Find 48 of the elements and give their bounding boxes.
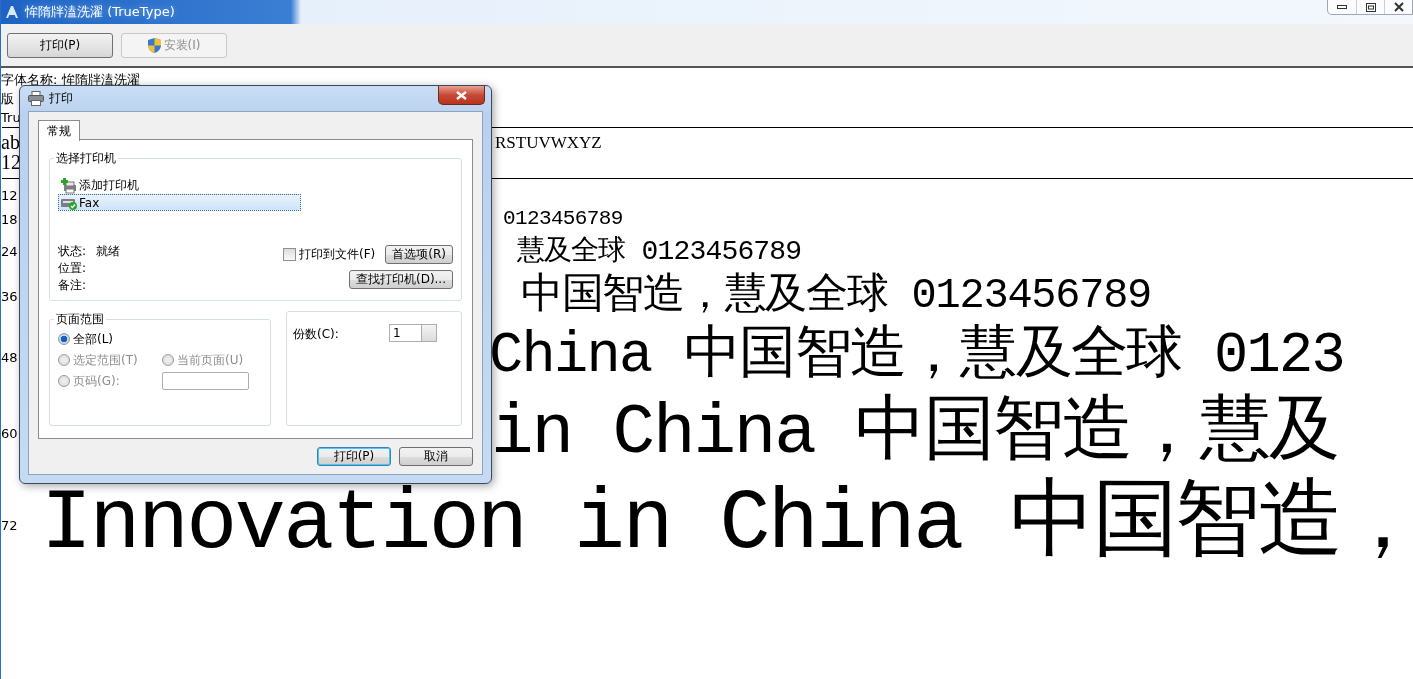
font-info-line: 字体名称: 恈隋牉溘洗濯 bbox=[1, 71, 140, 89]
window-title: 恈隋牉溘洗濯 (TrueType) bbox=[25, 3, 175, 21]
printer-item[interactable]: 添加打印机 bbox=[58, 177, 301, 194]
radio-option[interactable]: 全部(L) bbox=[58, 330, 262, 348]
font-icon bbox=[5, 5, 19, 19]
font-sample-text: in China 中国智造，慧及 bbox=[491, 391, 1338, 475]
close-icon bbox=[456, 90, 467, 100]
dialog-title: 打印 bbox=[49, 90, 73, 107]
size-label: 60 bbox=[1, 425, 19, 441]
shield-icon bbox=[147, 37, 161, 53]
size-label: 12 bbox=[1, 187, 19, 203]
info-label: 位置: bbox=[58, 260, 88, 277]
copies-spinner[interactable]: 1 bbox=[389, 324, 437, 342]
tab[interactable]: 常规 bbox=[38, 120, 80, 141]
font-info-line: 版 bbox=[1, 90, 14, 108]
font-sample-text: Innovation in China 中国智造， bbox=[41, 474, 1413, 575]
info-value: 就绪 bbox=[96, 243, 120, 260]
print-button[interactable]: 打印(P) bbox=[317, 447, 391, 466]
find-printer-button[interactable]: 查找打印机(D)... bbox=[348, 270, 453, 289]
size-label: 48 bbox=[1, 349, 19, 365]
printer-item[interactable]: Fax bbox=[58, 194, 301, 211]
font-sample-text: 慧及全球 0123456789 bbox=[517, 234, 802, 269]
maximize-icon bbox=[1365, 2, 1376, 12]
font-sample-text: 0123456789 bbox=[503, 205, 623, 232]
add-printer-icon bbox=[61, 177, 77, 194]
cancel-button[interactable]: 取消 bbox=[399, 447, 473, 466]
minimize-icon bbox=[1337, 5, 1347, 9]
font-sample-text: 中国智造，慧及全球 0123456789 bbox=[521, 270, 1152, 322]
size-label: 36 bbox=[1, 288, 19, 304]
size-label: 24 bbox=[1, 243, 19, 259]
copies-label: 份数(C): bbox=[293, 326, 340, 343]
printer-icon bbox=[28, 91, 44, 106]
font-sample-text: China 中国智造，慧及全球 0123 bbox=[489, 322, 1345, 391]
group-title: 选择打印机 bbox=[55, 150, 117, 167]
print-button[interactable]: 打印(P) bbox=[7, 32, 113, 58]
preferences-button[interactable]: 首选项(R) bbox=[385, 245, 453, 264]
page-number-field[interactable] bbox=[162, 372, 249, 390]
print-to-file-checkbox[interactable]: 打印到文件(F) bbox=[283, 246, 376, 263]
charset-sample: 12 bbox=[1, 151, 21, 174]
size-label: 72 bbox=[1, 517, 19, 533]
info-label: 备注: bbox=[58, 277, 88, 294]
close-icon bbox=[1393, 2, 1404, 12]
close-button[interactable] bbox=[438, 86, 485, 105]
group-title: 页面范围 bbox=[55, 311, 105, 328]
info-label: 状态: bbox=[58, 243, 88, 260]
charset-sample: ab bbox=[1, 131, 20, 154]
charset-sample: RSTUVWXYZ bbox=[495, 132, 602, 153]
size-label: 18 bbox=[1, 211, 19, 227]
